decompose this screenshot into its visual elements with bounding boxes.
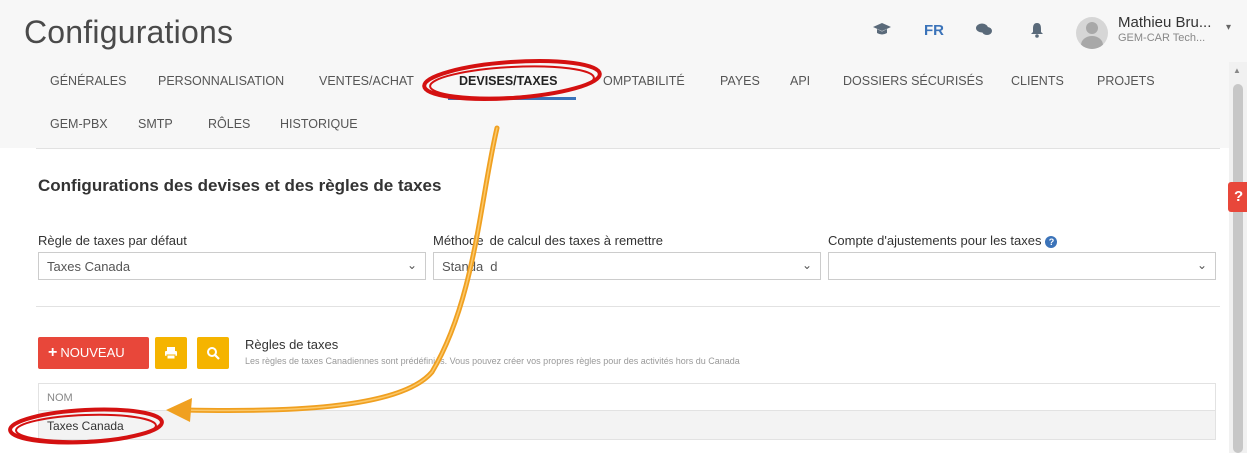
tab-historique[interactable]: HISTORIQUE	[280, 117, 358, 131]
tax-rules-subtitle: Les règles de taxes Canadiennes sont pré…	[245, 356, 740, 366]
chat-icon[interactable]	[975, 22, 993, 44]
graduation-cap-icon[interactable]	[872, 22, 892, 44]
search-icon	[207, 347, 220, 360]
plus-icon: +	[48, 344, 58, 361]
avatar[interactable]	[1076, 17, 1108, 49]
tab-smtp[interactable]: SMTP	[138, 117, 173, 131]
chevron-down-icon: ⌄	[801, 258, 812, 272]
tax-rules-table: NOM Taxes Canada	[38, 383, 1216, 440]
tab-ventes-achats[interactable]: VENTES/ACHAT	[319, 74, 414, 88]
chevron-down-icon[interactable]: ▾	[1226, 22, 1231, 33]
tab-api[interactable]: API	[790, 74, 810, 88]
tab-generales[interactable]: GÉNÉRALES	[50, 74, 126, 88]
print-icon	[165, 347, 177, 360]
tab-dossiers-securises[interactable]: DOSSIERS SÉCURISÉS	[843, 74, 983, 88]
active-tab-indicator	[448, 97, 576, 100]
tax-adjust-account-label: Compte d'ajustements pour les taxes?	[828, 233, 1058, 248]
help-button[interactable]: ?	[1228, 182, 1247, 212]
scroll-up-arrow-icon[interactable]: ▲	[1233, 66, 1241, 75]
tax-calc-method-label: Méthode de calcul des taxes à remettre	[433, 233, 664, 248]
user-name[interactable]: Mathieu Bru...	[1118, 14, 1211, 31]
tab-projets[interactable]: PROJETS	[1097, 74, 1155, 88]
tab-devises-taxes[interactable]: DEVISES/TAXES	[459, 74, 557, 88]
tax-rules-title: Règles de taxes	[245, 337, 339, 352]
new-tax-rule-button[interactable]: + NOUVEAU	[38, 337, 149, 369]
tab-gem-pbx[interactable]: GEM-PBX	[50, 117, 108, 131]
tax-adjust-account-select[interactable]: ⌄	[828, 252, 1216, 280]
tax-calc-method-select[interactable]: Standa d ⌄	[433, 252, 821, 280]
user-company: GEM-CAR Tech...	[1118, 32, 1206, 44]
bell-icon[interactable]	[1030, 22, 1044, 44]
default-tax-rule-label: Règle de taxes par défaut	[38, 233, 187, 248]
table-row[interactable]: Taxes Canada	[39, 411, 1215, 439]
language-switch[interactable]: FR	[924, 22, 944, 39]
tab-roles[interactable]: RÔLES	[208, 117, 250, 131]
tab-bar-row-2	[0, 102, 1247, 148]
search-button[interactable]	[197, 337, 229, 369]
divider	[36, 306, 1220, 307]
tab-personnalisation[interactable]: PERSONNALISATION	[158, 74, 284, 88]
tab-payes[interactable]: PAYES	[720, 74, 760, 88]
default-tax-rule-value: Taxes Canada	[47, 259, 131, 274]
chevron-down-icon: ⌄	[1196, 258, 1207, 272]
page-title: Configurations	[24, 14, 234, 50]
default-tax-rule-select[interactable]: Taxes Canada ⌄	[38, 252, 426, 280]
section-title: Configurations des devises et des règles…	[38, 176, 442, 195]
tab-comptabilite[interactable]: OMPTABILITÉ	[603, 74, 685, 88]
print-button[interactable]	[155, 337, 187, 369]
column-header-nom[interactable]: NOM	[39, 384, 1215, 411]
divider	[36, 148, 1220, 149]
tab-clients[interactable]: CLIENTS	[1011, 74, 1064, 88]
scrollbar-thumb[interactable]	[1233, 84, 1243, 453]
question-circle-icon[interactable]: ?	[1045, 235, 1058, 248]
chevron-down-icon: ⌄	[406, 258, 417, 272]
tax-calc-method-value: Standa d	[442, 259, 498, 274]
